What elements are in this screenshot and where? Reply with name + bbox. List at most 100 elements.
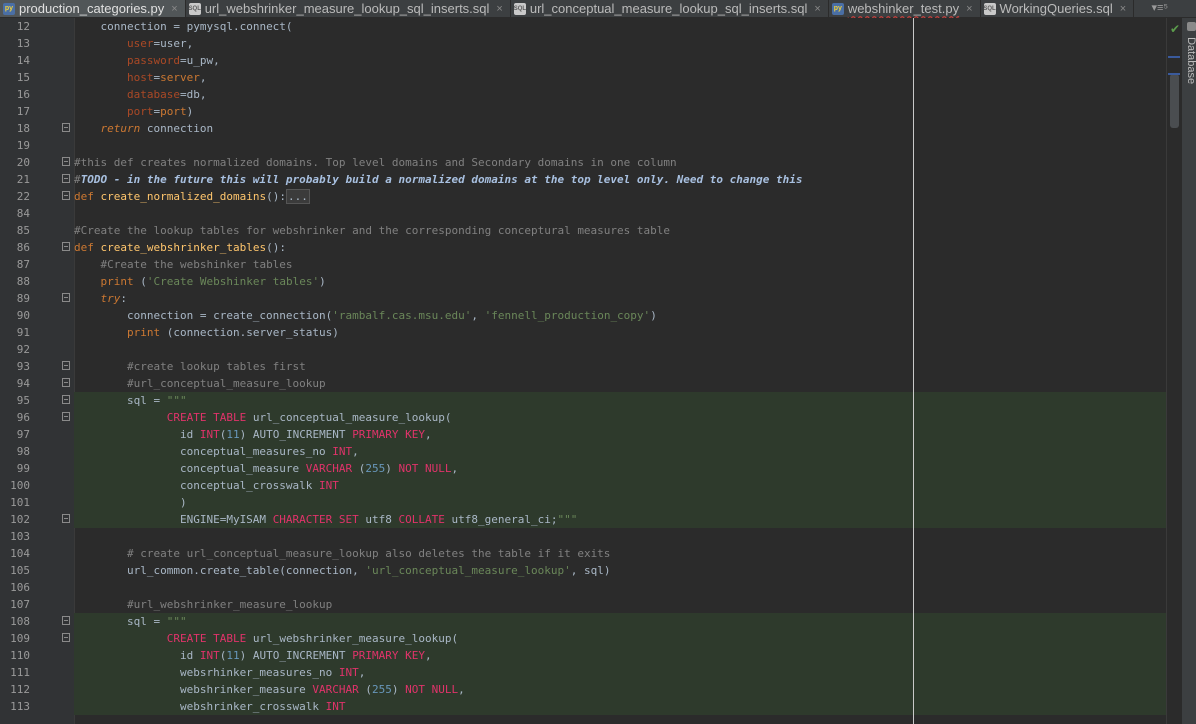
code-token: print [100,275,134,288]
code-token: return [100,122,141,135]
error-stripe-marker[interactable] [1168,73,1180,75]
sql-file-icon: SQL [514,2,526,15]
code-token: """ [166,615,187,628]
line-number: 87 [16,258,30,271]
code-text: ENGINE=MyISAM CHARACTER SET utf8 COLLATE… [74,511,577,528]
code-line[interactable]: 100 conceptual_crosswalk INT [0,477,1181,494]
scrollbar-thumb[interactable] [1170,74,1179,128]
code-line[interactable]: 85 #Create the lookup tables for webshrin… [0,222,1181,239]
fold-marker-icon[interactable] [62,123,70,132]
code-line[interactable]: 105 url_common.create_table(connection, … [0,562,1181,579]
code-token: server [160,71,200,84]
code-token: #this def creates normalized domains. To… [74,156,677,169]
fold-marker-icon[interactable] [62,191,70,200]
inspection-ok-icon[interactable]: ✔ [1170,22,1180,36]
code-line[interactable]: 113 webshrinker_crosswalk INT [0,698,1181,715]
code-line[interactable]: 13 user=user, [0,35,1181,52]
code-line[interactable]: 102 ENGINE=MyISAM CHARACTER SET utf8 COL… [0,511,1181,528]
code-line[interactable]: 96 CREATE TABLE url_conceptual_measure_l… [0,409,1181,426]
code-line[interactable]: 107 #url_webshrinker_measure_lookup [0,596,1181,613]
fold-marker-icon[interactable] [62,514,70,523]
close-tab-icon[interactable]: × [1120,3,1126,15]
line-number: 97 [16,428,30,441]
fold-marker-icon[interactable] [62,412,70,421]
error-stripe-marker[interactable] [1168,56,1180,58]
close-tab-icon[interactable]: × [966,3,972,15]
editor-tab[interactable]: SQL url_webshrinker_measure_lookup_sql_in… [186,0,511,17]
code-line[interactable]: 109 CREATE TABLE url_webshrinker_measure… [0,630,1181,647]
fold-marker-icon[interactable] [62,242,70,251]
fold-marker-icon[interactable] [62,361,70,370]
code-line[interactable]: 101 ) [0,494,1181,511]
code-line[interactable]: 16 database=db, [0,86,1181,103]
code-line[interactable]: 104 # create url_conceptual_measure_look… [0,545,1181,562]
line-number: 98 [16,445,30,458]
code-token: , sql) [570,564,611,577]
fold-marker-icon[interactable] [62,174,70,183]
code-line[interactable]: 91 print (connection.server_status) [0,324,1181,341]
code-text: #TODO - in the future this will probably… [74,171,802,188]
code-token: 255 [365,462,386,475]
code-line[interactable]: 94 #url_conceptual_measure_lookup [0,375,1181,392]
code-line[interactable]: 92 [0,341,1181,358]
fold-marker-icon[interactable] [62,616,70,625]
code-token: CREATE TABLE [166,411,247,424]
fold-marker-icon[interactable] [62,395,70,404]
fold-marker-icon[interactable] [62,378,70,387]
code-line[interactable]: 90 connection = create_connection('ramba… [0,307,1181,324]
code-line[interactable]: 86 def create_webshrinker_tables(): [0,239,1181,256]
code-line[interactable]: 88 print ('Create Webshinker tables') [0,273,1181,290]
show-all-tabs-icon[interactable]: ▾≡⁵ [1152,1,1169,14]
code-line[interactable]: 106 [0,579,1181,596]
editor-tab[interactable]: SQL url_conceptual_measure_lookup_sql_ins… [511,0,829,17]
injected-sql-highlight [74,613,1181,630]
editor-tab[interactable]: py production_categories.py × [0,0,186,17]
code-line[interactable]: 87 #Create the webshinker tables [0,256,1181,273]
code-line[interactable]: 99 conceptual_measure VARCHAR (255) NOT … [0,460,1181,477]
code-token: #create lookup tables first [126,360,306,373]
database-tool-window-button[interactable]: Database [1182,22,1196,84]
close-tab-icon[interactable]: × [496,3,502,15]
code-line[interactable]: 14 password=u_pw, [0,52,1181,69]
line-number: 85 [16,224,30,237]
code-line[interactable]: 98 conceptual_measures_no INT, [0,443,1181,460]
code-line[interactable]: 84 [0,205,1181,222]
code-line[interactable]: 110 id INT(11) AUTO_INCREMENT PRIMARY KE… [0,647,1181,664]
code-line[interactable]: 21 #TODO - in the future this will probab… [0,171,1181,188]
fold-marker-icon[interactable] [62,633,70,642]
code-line[interactable]: 95 sql = """ [0,392,1181,409]
code-line[interactable]: 17 port=port) [0,103,1181,120]
code-text: sql = """ [74,613,187,630]
code-line[interactable]: 89 try: [0,290,1181,307]
code-line[interactable]: 20 #this def creates normalized domains. … [0,154,1181,171]
code-line[interactable]: 97 id INT(11) AUTO_INCREMENT PRIMARY KEY… [0,426,1181,443]
code-line[interactable]: 108 sql = """ [0,613,1181,630]
code-token: ) [391,683,406,696]
editor-tab[interactable]: SQL WorkingQueries.sql × [981,0,1135,17]
editor-tab[interactable]: py webshinker_test.py × [829,0,981,17]
close-tab-icon[interactable]: × [171,3,177,15]
code-line[interactable]: 19 [0,137,1181,154]
code-line[interactable]: 22 def create_normalized_domains():... [0,188,1181,205]
code-line[interactable]: 15 host=server, [0,69,1181,86]
close-tab-icon[interactable]: × [814,3,820,15]
code-token: (connection.server_status) [160,326,339,339]
fold-marker-icon[interactable] [62,293,70,302]
line-number: 110 [10,649,30,662]
code-line[interactable]: 111 websrhinker_measures_no INT, [0,664,1181,681]
code-line[interactable]: 103 [0,528,1181,545]
fold-marker-icon[interactable] [62,157,70,166]
code-line[interactable]: 12 connection = pymysql.connect( [0,18,1181,35]
code-editor[interactable]: 12 connection = pymysql.connect(13 user=… [0,18,1181,724]
code-line[interactable]: 112 webshrinker_measure VARCHAR (255) NO… [0,681,1181,698]
code-line[interactable]: 18 return connection [0,120,1181,137]
line-number: 21 [16,173,30,186]
code-token: print [126,326,161,339]
code-line[interactable]: 93 #create lookup tables first [0,358,1181,375]
vertical-scrollbar[interactable] [1166,18,1181,724]
tab-label: url_conceptual_measure_lookup_sql_insert… [529,1,808,16]
code-token: #Create the webshinker tables [100,258,293,271]
